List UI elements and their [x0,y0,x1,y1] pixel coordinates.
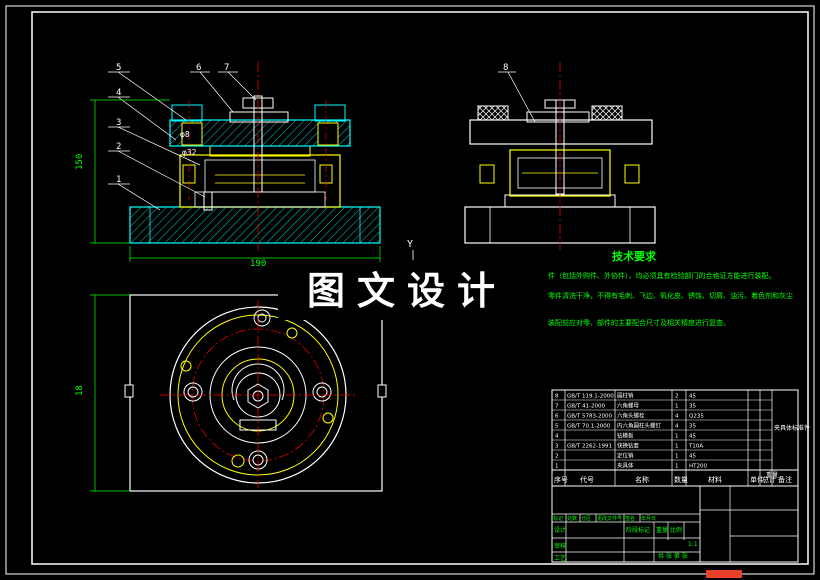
bom-side-note: 夹具体标准件 [774,424,810,432]
bom-cell: 45 [689,434,696,440]
bom-cell: 4 [675,424,679,430]
bom-cell: GB/T 41-2000 [567,404,605,410]
base-body [129,206,381,244]
part-number-2: 2 [116,142,121,152]
tech-req-title: 技术要求 [612,249,657,263]
knurled-nut-right [591,105,623,121]
title-block: 阶段标记 重量 比例 1:1 共 张 第 张 标记 处数 分区 更改文件号 签名 年月日设… [551,485,799,563]
part-number-4: 4 [116,88,121,98]
bom-cell: GB/T 119.1-2000 [567,394,614,400]
tb-row-label: 设计 [554,526,566,534]
dim-width-label: 190 [250,259,266,269]
dim-hole-label: φ8 [180,130,190,139]
tb-column-label: 标记 [553,515,563,522]
bom-cell: 1 [675,404,679,410]
bom-cell: 6 [555,414,559,420]
bom-cell: 1 [675,454,679,460]
bom-cell: HT200 [689,464,707,470]
tech-req-line2: 零件清洗干净，不得有毛刺、飞边、氧化皮、锈蚀、切屑、油污、着色剂和灰尘 [548,291,793,300]
tb-scale-value: 1:1 [688,541,698,548]
dim-bore-label: φ32 [182,148,197,157]
bom-cell: 1 [675,434,679,440]
bom-cell: 35 [689,424,696,430]
bom-cell: Q235 [689,414,704,420]
tb-column-label: 签名 [625,515,635,522]
bom-cell: 8 [555,394,559,400]
bom-header-cell: 材料 [708,475,722,484]
bom-header-cell: 备注 [778,475,792,484]
bom-cell: 圆柱销 [617,392,634,400]
tb-sheet-label: 共 张 第 张 [658,552,688,560]
bom-header-cell: 代号 [580,475,594,484]
tb-scale-label: 比例 [670,526,682,534]
bom-cell: 夹具体 [617,462,634,470]
bom-cell: 六角头螺栓 [617,412,645,420]
tb-stage-label: 阶段标记 [626,526,650,534]
tb-column-label: 年月日 [641,515,656,522]
bom-cell: 4 [555,434,559,440]
part-number-8: 8 [503,63,508,73]
corner-mark [706,570,742,578]
front-section-view: φ8 φ32 5 4 3 2 1 6 7 150 190 Y [75,62,414,269]
bom-header-cell: 数量 [674,475,688,484]
bom-cell: 2 [675,394,679,400]
part-number-1: 1 [116,175,121,185]
tech-requirements: 技术要求 件（包括外购件、外协件），均必须具有检验部门的合格证方能进行装配。 零… [548,249,793,327]
bom-header-cell: 序号 [554,475,568,484]
tb-column-label: 分区 [581,515,591,522]
plan-view: 18 [75,294,387,492]
part-number-6: 6 [196,63,201,73]
tb-row-label: 审核 [554,542,566,550]
part-number-5: 5 [116,63,121,73]
bom-header-cell: 名称 [635,475,649,484]
part-number-7: 7 [224,63,229,73]
bom-cell: T10A [688,444,703,450]
axis-y-label: Y [407,239,413,250]
bom-cell: 3 [555,444,559,450]
bom-cell: 1 [675,464,679,470]
bom-header-cell: 总计 [762,475,776,484]
bom-cell: GB/T 5783-2000 [567,414,612,420]
bom-cell: 内六角圆柱头螺钉 [617,422,662,430]
tb-column-label: 更改文件号 [597,515,622,522]
bom-cell: GB/T 2262-1991 [567,444,612,450]
bom-cell: 钻模板 [617,432,634,440]
bom-cell: 定位销 [617,452,634,460]
watermark: 图文设计 [278,262,536,320]
bom-cell: GB/T 70.1-2000 [567,424,611,430]
bom-cell: 快换钻套 [617,442,640,450]
side-view: 8 [464,62,656,250]
bom-cell: 1 [675,444,679,450]
tech-req-line1: 件（包括外购件、外协件），均必须具有检验部门的合格证方能进行装配。 [548,271,776,280]
watermark-text: 图文设计 [306,269,507,313]
tb-column-label: 处数 [567,515,577,522]
bom-cell: 1 [555,464,559,470]
bom-cell: 六角螺母 [617,402,640,410]
tb-row-label: 工艺 [554,554,566,562]
part-number-3: 3 [116,118,121,128]
bom-cell: 45 [689,394,696,400]
dim-height-label: 150 [75,154,85,170]
bom-cell: 5 [555,424,559,430]
tech-req-line3: 装配前应对零、部件的主要配合尺寸及相关精度进行复查。 [548,318,730,327]
dim-plan-label: 18 [75,385,85,396]
bom-cell: 4 [675,414,679,420]
bom-cell: 35 [689,404,696,410]
bom-table: 夹具体标准件 重量 8 GB/T 119.1-2000 圆柱销 2 457 GB/T 41… [551,389,810,487]
bom-cell: 7 [555,404,559,410]
knurled-nut-left [477,105,509,121]
bom-cell: 45 [689,454,696,460]
tb-weight-label: 重量 [656,526,668,534]
bom-cell: 2 [555,454,559,460]
